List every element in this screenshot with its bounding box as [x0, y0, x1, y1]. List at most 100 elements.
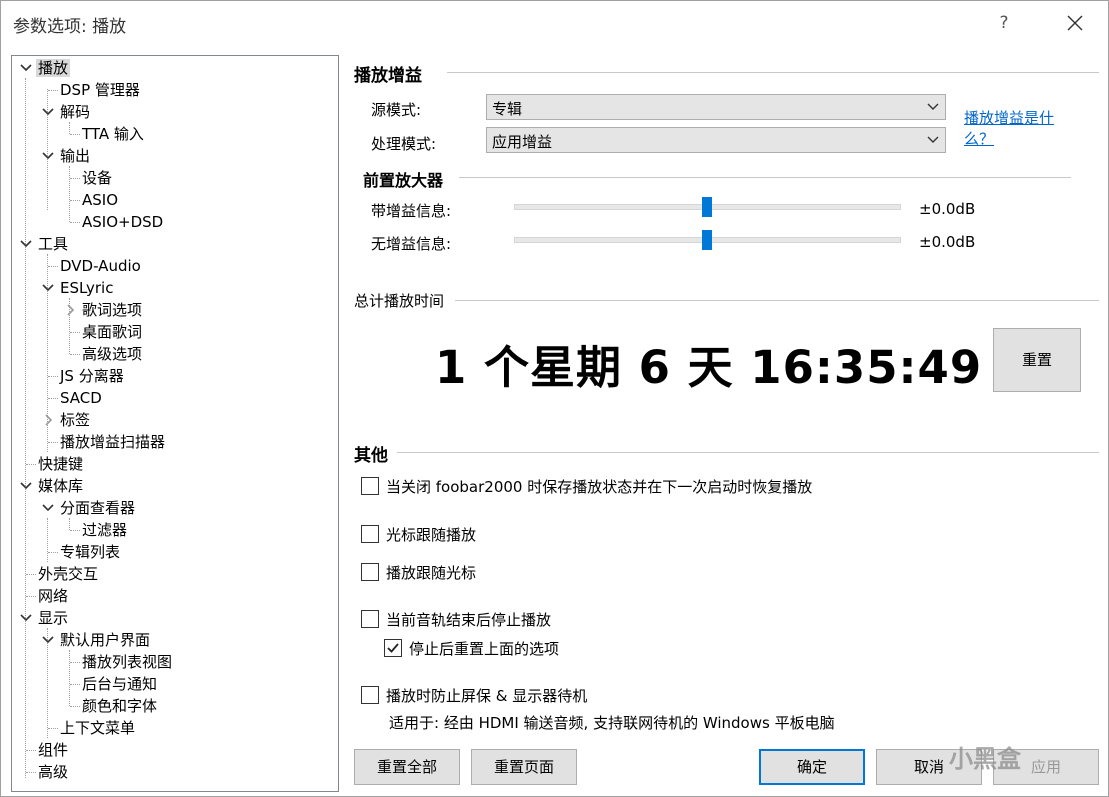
checkbox[interactable] [361, 477, 379, 495]
tree-item-label: SACD [60, 389, 102, 407]
tree-item[interactable]: 播放列表视图 [80, 651, 174, 673]
tree-item[interactable]: 播放增益扫描器 [58, 431, 167, 453]
slider-thumb[interactable] [701, 197, 712, 217]
tree-item-label: 桌面歌词 [82, 323, 143, 341]
tree-item[interactable]: 解码 [58, 101, 92, 123]
source-mode-dropdown[interactable]: 专辑 [486, 94, 946, 120]
chevron-down-icon[interactable] [42, 634, 54, 646]
tree-item[interactable]: 工具 [36, 233, 70, 255]
close-button[interactable] [1061, 9, 1089, 37]
reset-page-button[interactable]: 重置页面 [471, 749, 577, 785]
tree-item[interactable]: 播放 [36, 57, 71, 79]
tree-guide-line [47, 518, 48, 562]
tree-item[interactable]: 网络 [36, 585, 70, 607]
tree-item-label: 分面查看器 [60, 499, 136, 517]
chevron-down-icon[interactable] [42, 282, 54, 294]
tree-item[interactable]: 专辑列表 [58, 541, 122, 563]
tree-item-label: DVD-Audio [60, 257, 141, 275]
replaygain-help-link[interactable]: 播放增益是什么？ [964, 108, 1079, 150]
source-mode-value: 专辑 [492, 100, 523, 118]
tree-item[interactable]: 快捷键 [36, 453, 85, 475]
tree-item[interactable]: ASIO [80, 189, 120, 211]
tree-item[interactable]: 标签 [58, 409, 92, 431]
ok-button[interactable]: 确定 [759, 749, 865, 785]
processing-mode-dropdown[interactable]: 应用增益 [486, 127, 946, 153]
chevron-down-icon[interactable] [42, 502, 54, 514]
tree-item[interactable]: 后台与通知 [80, 673, 159, 695]
tree-item[interactable]: 默认用户界面 [58, 629, 152, 651]
checkbox[interactable] [361, 610, 379, 628]
preamp-title: 前置放大器 [363, 171, 444, 190]
tree-guide-line [69, 166, 70, 222]
tree-item[interactable]: 高级 [36, 761, 70, 783]
tree-item-label: 输出 [60, 147, 91, 165]
tree-item[interactable]: 媒体库 [36, 475, 85, 497]
chevron-down-icon[interactable] [42, 150, 54, 162]
tree-item[interactable]: 外壳交互 [36, 563, 100, 585]
chevron-down-icon[interactable] [20, 238, 32, 250]
close-icon [1067, 15, 1083, 31]
checkbox[interactable] [384, 639, 402, 657]
tree-item[interactable]: 高级选项 [80, 343, 144, 365]
tree-item[interactable]: 颜色和字体 [80, 695, 159, 717]
checkbox[interactable] [361, 563, 379, 581]
help-button[interactable]: ? [993, 9, 1015, 37]
tree-item[interactable]: 上下文菜单 [58, 717, 137, 739]
tree-guide-line [70, 530, 80, 531]
tree-item-label: 解码 [60, 103, 91, 121]
preamp-without-rg-label: 无增益信息: [371, 235, 452, 253]
preamp-with-rg-label: 带增益信息: [371, 202, 452, 220]
tree-item-label: ESLyric [60, 279, 114, 297]
tree-item[interactable]: 组件 [36, 739, 70, 761]
tree-item-label: 快捷键 [38, 455, 84, 473]
chevron-right-icon[interactable] [42, 414, 54, 426]
tree-item-label: 标签 [60, 411, 91, 429]
tree-item[interactable]: DVD-Audio [58, 255, 143, 277]
section-divider [447, 72, 1099, 73]
chevron-down-icon[interactable] [20, 62, 32, 74]
tree-item[interactable]: 过滤器 [80, 519, 129, 541]
reset-playtime-button[interactable]: 重置 [993, 328, 1081, 392]
preamp-with-rg-value: ±0.0dB [919, 200, 976, 218]
tree-item-label: 组件 [38, 741, 69, 759]
tree-guide-line [70, 200, 80, 201]
slider-thumb[interactable] [701, 230, 712, 250]
chevron-down-icon[interactable] [42, 106, 54, 118]
tree-item[interactable]: 显示 [36, 607, 70, 629]
tree-item[interactable]: DSP 管理器 [58, 79, 142, 101]
checkbox[interactable] [361, 525, 379, 543]
tree-item-label: 网络 [38, 587, 69, 605]
tree-item[interactable]: 输出 [58, 145, 92, 167]
tree-guide-line [70, 354, 80, 355]
stop-after-current-label: 当前音轨结束后停止播放 [386, 611, 552, 629]
processing-mode-value: 应用增益 [492, 133, 553, 151]
chevron-down-icon[interactable] [20, 612, 32, 624]
tree-item[interactable]: 设备 [80, 167, 114, 189]
tree-item-label: 播放增益扫描器 [60, 433, 166, 451]
tree-item[interactable]: JS 分离器 [58, 365, 126, 387]
tree-item[interactable]: 歌词选项 [80, 299, 144, 321]
tree-item-label: 后台与通知 [82, 675, 158, 693]
reset-all-button[interactable]: 重置全部 [354, 749, 460, 785]
reset-after-stop-label: 停止后重置上面的选项 [409, 640, 560, 658]
tree-guide-line [26, 464, 36, 465]
tree-item[interactable]: SACD [58, 387, 104, 409]
tree-item[interactable]: 桌面歌词 [80, 321, 144, 343]
preamp-without-rg-value: ±0.0dB [919, 233, 976, 251]
tree-item[interactable]: TTA 输入 [80, 123, 146, 145]
chevron-right-icon[interactable] [64, 304, 76, 316]
preferences-tree[interactable]: 播放 DSP 管理器解码 TTA 输入输出设备 ASIO ASIO+DSD 工具 DVD-A… [11, 55, 339, 792]
chevron-down-icon[interactable] [20, 480, 32, 492]
tree-item-label: 设备 [82, 169, 113, 187]
tree-item[interactable]: 分面查看器 [58, 497, 137, 519]
tree-guide-line [69, 650, 70, 706]
tree-guide-line [70, 222, 80, 223]
tree-item-label: 工具 [38, 235, 69, 253]
tree-item-label: 播放列表视图 [82, 653, 173, 671]
checkbox[interactable] [361, 686, 379, 704]
checkmark-icon [387, 643, 399, 653]
tree-item-label: 外壳交互 [38, 565, 99, 583]
tree-item[interactable]: ASIO+DSD [80, 211, 165, 233]
chevron-down-icon [927, 103, 939, 110]
tree-item[interactable]: ESLyric [58, 277, 115, 299]
